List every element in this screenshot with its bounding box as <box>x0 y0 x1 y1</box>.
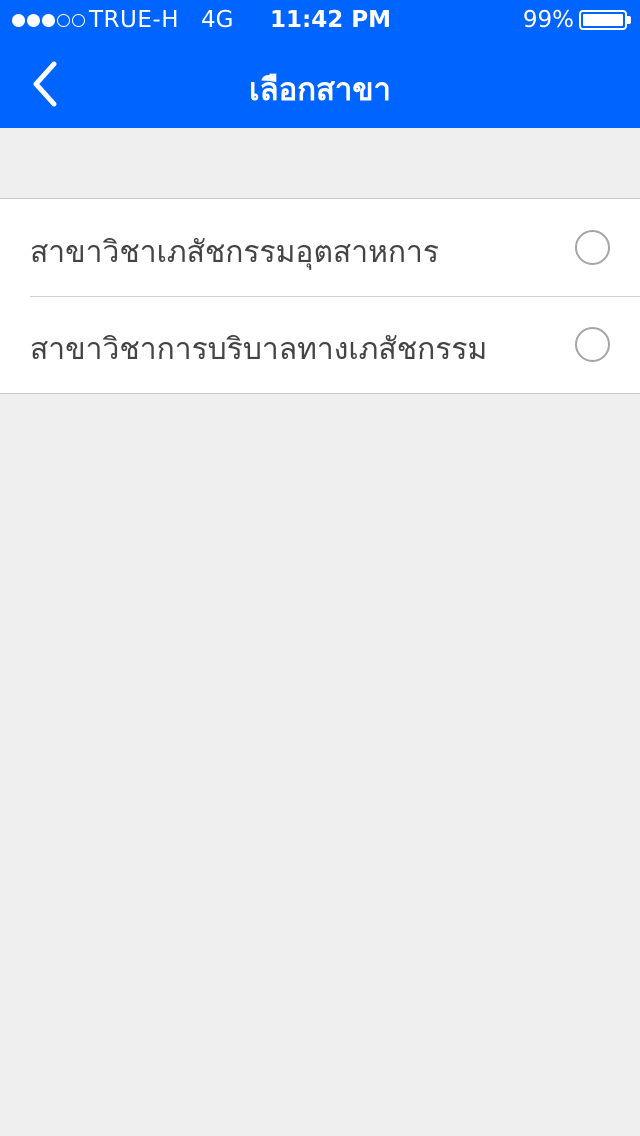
signal-dot <box>12 13 25 27</box>
battery-icon <box>579 10 631 30</box>
branch-list: สาขาวิชาเภสัชกรรมอุตสาหการ สาขาวิชาการบร… <box>0 198 640 394</box>
radio-button[interactable] <box>575 327 610 362</box>
status-time: 11:42 PM <box>270 7 391 33</box>
branch-option-pharmaceutical-care[interactable]: สาขาวิชาการบริบาลทางเภสัชกรรม <box>0 296 640 393</box>
signal-dot <box>57 13 70 27</box>
network-type: 4G <box>201 7 234 33</box>
signal-dot <box>72 13 85 27</box>
branch-option-label: สาขาวิชาการบริบาลทางเภสัชกรรม <box>30 332 488 367</box>
signal-dot <box>42 13 55 27</box>
app-header: TRUE-H 4G 11:42 PM 99% เลือกสาขา <box>0 0 640 128</box>
page-title: เลือกสาขา <box>249 72 391 108</box>
back-button[interactable] <box>20 54 80 114</box>
branch-option-label: สาขาวิชาเภสัชกรรมอุตสาหการ <box>30 235 439 270</box>
radio-button[interactable] <box>575 230 610 265</box>
branch-option-industrial-pharmacy[interactable]: สาขาวิชาเภสัชกรรมอุตสาหการ <box>0 199 640 296</box>
signal-strength-icon <box>12 12 85 28</box>
battery-percent: 99% <box>522 7 574 33</box>
signal-dot <box>27 13 40 27</box>
carrier-name: TRUE-H <box>89 7 179 33</box>
status-bar: TRUE-H 4G 11:42 PM 99% <box>0 0 640 40</box>
chevron-left-icon <box>33 61 57 107</box>
navigation-bar: เลือกสาขา <box>0 40 640 128</box>
battery-fill <box>583 14 623 26</box>
battery-tip <box>627 16 631 24</box>
